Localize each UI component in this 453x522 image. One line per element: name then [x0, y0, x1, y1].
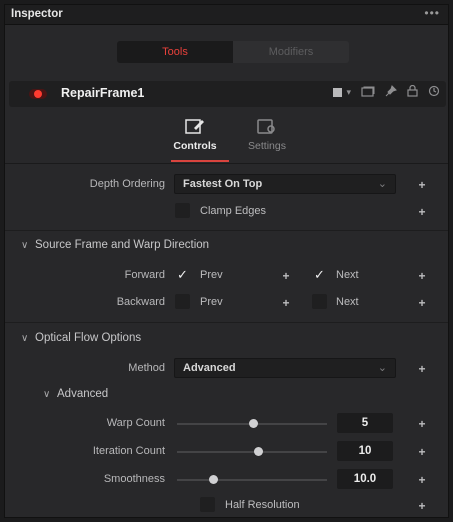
color-swatch-icon[interactable]: [333, 88, 343, 97]
smoothness-slider-handle[interactable]: [209, 475, 218, 484]
tab-settings[interactable]: Settings: [241, 117, 293, 152]
tab-controls-label: Controls: [173, 140, 217, 152]
clamp-edges-checkbox[interactable]: [175, 203, 190, 218]
forward-next-label: Next: [336, 269, 359, 281]
inspector-title: Inspector: [11, 8, 63, 20]
method-label: Method: [128, 362, 165, 374]
tool-name: RepairFrame1: [61, 86, 145, 100]
half-resolution-label: Half Resolution: [225, 499, 300, 511]
subtab-divider: [5, 163, 448, 164]
depth-ordering-value: Fastest On Top: [183, 178, 263, 190]
backward-next-label: Next: [336, 296, 359, 308]
backward-prev-checkbox[interactable]: [175, 294, 190, 309]
subtab-bar: Controls Settings: [169, 117, 293, 152]
tool-header-icons: ▾: [333, 84, 440, 100]
method-add-icon[interactable]: +: [417, 362, 427, 376]
warp-count-input[interactable]: 5: [337, 413, 393, 433]
iteration-count-add-icon[interactable]: +: [417, 445, 427, 459]
tab-modifiers[interactable]: Modifiers: [233, 41, 349, 63]
color-dropdown-icon[interactable]: ▾: [346, 87, 351, 98]
section-source-frame-title: Source Frame and Warp Direction: [35, 239, 210, 251]
depth-ordering-label: Depth Ordering: [89, 178, 165, 190]
smoothness-label: Smoothness: [103, 473, 165, 485]
chevron-down-icon: ⌄: [377, 178, 387, 190]
section-source-frame[interactable]: ∨ Source Frame and Warp Direction: [21, 239, 209, 251]
clamp-edges-add-icon[interactable]: +: [417, 205, 427, 219]
depth-ordering-dropdown[interactable]: Fastest On Top ⌄: [174, 174, 396, 194]
active-subtab-underline: [171, 160, 229, 162]
half-resolution-add-icon[interactable]: +: [417, 499, 427, 513]
chevron-down-icon: ∨: [43, 389, 51, 400]
forward-prev-checkbox[interactable]: ✓: [175, 267, 190, 282]
smoothness-input[interactable]: 10.0: [337, 469, 393, 489]
forward-next-checkbox[interactable]: ✓: [312, 267, 327, 282]
chevron-down-icon: ∨: [21, 333, 29, 344]
forward-prev-add-icon[interactable]: +: [281, 269, 291, 283]
pin-icon[interactable]: [385, 85, 397, 100]
clamp-edges-label: Clamp Edges: [200, 205, 267, 217]
warp-count-slider-handle[interactable]: [249, 419, 258, 428]
backward-next-checkbox[interactable]: [312, 294, 327, 309]
more-options-icon[interactable]: •••: [424, 6, 440, 20]
method-dropdown[interactable]: Advanced ⌄: [174, 358, 396, 378]
section-optical-flow[interactable]: ∨ Optical Flow Options: [21, 332, 141, 344]
iteration-count-slider-track[interactable]: [177, 451, 327, 453]
controls-icon: [169, 117, 221, 137]
backward-prev-add-icon[interactable]: +: [281, 296, 291, 310]
iteration-count-label: Iteration Count: [92, 445, 165, 457]
forward-prev-label: Prev: [200, 269, 223, 281]
forward-next-add-icon[interactable]: +: [417, 269, 427, 283]
smoothness-slider-track[interactable]: [177, 479, 327, 481]
warp-count-label: Warp Count: [106, 417, 165, 429]
backward-next-add-icon[interactable]: +: [417, 296, 427, 310]
section-divider: [5, 322, 448, 323]
forward-label: Forward: [124, 269, 165, 281]
chevron-down-icon: ∨: [21, 240, 29, 251]
iteration-count-slider-handle[interactable]: [254, 447, 263, 456]
version-icon[interactable]: [361, 86, 375, 100]
tab-controls[interactable]: Controls: [169, 117, 221, 152]
half-resolution-checkbox[interactable]: [200, 497, 215, 512]
chevron-down-icon: ⌄: [377, 362, 387, 374]
tool-enable-toggle[interactable]: [29, 89, 47, 99]
reset-icon[interactable]: [428, 85, 440, 100]
tab-settings-label: Settings: [248, 140, 286, 152]
backward-prev-label: Prev: [200, 296, 223, 308]
warp-count-add-icon[interactable]: +: [417, 417, 427, 431]
inspector-titlebar: Inspector •••: [5, 5, 448, 25]
settings-icon: [241, 117, 293, 137]
section-divider: [5, 230, 448, 231]
backward-label: Backward: [116, 296, 165, 308]
lock-icon[interactable]: [407, 84, 418, 100]
depth-ordering-add-icon[interactable]: +: [417, 178, 427, 192]
mode-tabstrip: Tools Modifiers: [117, 41, 349, 63]
section-advanced-title: Advanced: [57, 388, 109, 400]
tab-tools[interactable]: Tools: [117, 41, 233, 63]
smoothness-add-icon[interactable]: +: [417, 473, 427, 487]
section-advanced[interactable]: ∨ Advanced: [43, 388, 108, 400]
tool-header: RepairFrame1 ▾: [9, 81, 446, 107]
iteration-count-input[interactable]: 10: [337, 441, 393, 461]
method-value: Advanced: [183, 362, 236, 374]
inspector-panel: Inspector ••• Tools Modifiers RepairFram…: [4, 4, 449, 518]
section-optical-flow-title: Optical Flow Options: [35, 332, 142, 344]
